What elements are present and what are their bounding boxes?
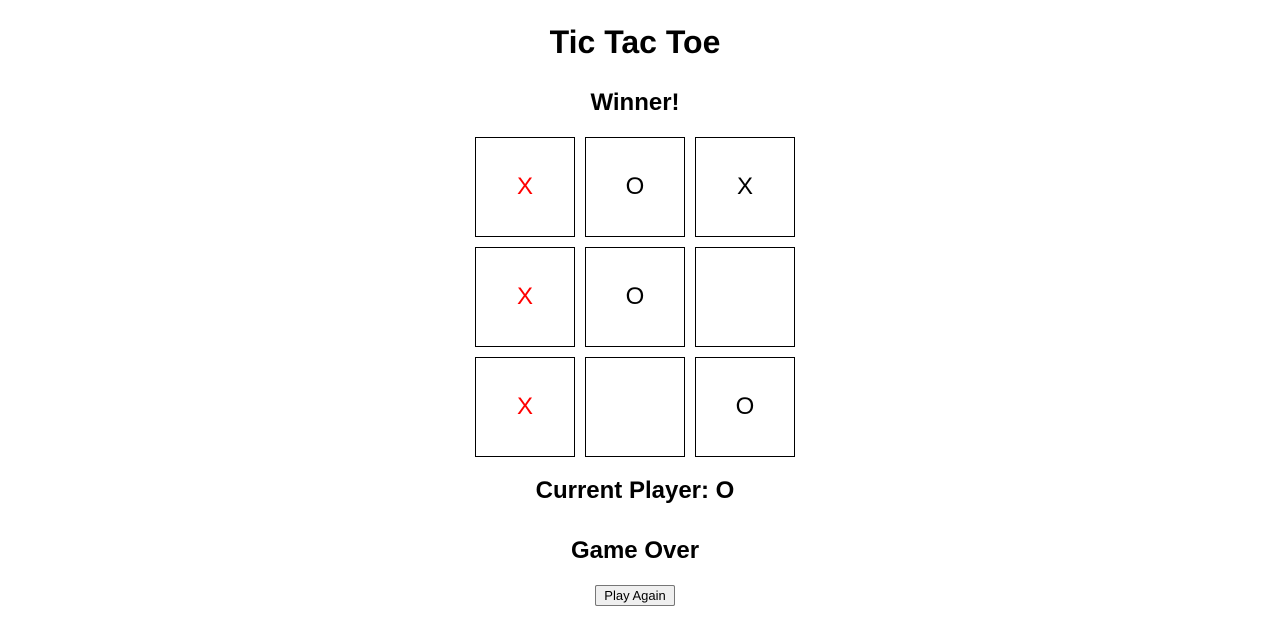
page-title: Tic Tac Toe: [550, 24, 721, 61]
cell-3[interactable]: X: [475, 247, 575, 347]
cell-0[interactable]: X: [475, 137, 575, 237]
cell-6[interactable]: X: [475, 357, 575, 457]
status-heading: Winner!: [590, 89, 679, 117]
game-over-label: Game Over: [571, 537, 699, 565]
game-container: Tic Tac Toe Winner! X O X X O X O Curren…: [0, 0, 1270, 606]
cell-8[interactable]: O: [695, 357, 795, 457]
cell-7[interactable]: [585, 357, 685, 457]
cell-2[interactable]: X: [695, 137, 795, 237]
cell-4[interactable]: O: [585, 247, 685, 347]
current-player-label: Current Player: O: [536, 477, 735, 505]
cell-5[interactable]: [695, 247, 795, 347]
cell-1[interactable]: O: [585, 137, 685, 237]
play-again-button[interactable]: Play Again: [595, 585, 674, 606]
game-board: X O X X O X O: [475, 137, 795, 457]
